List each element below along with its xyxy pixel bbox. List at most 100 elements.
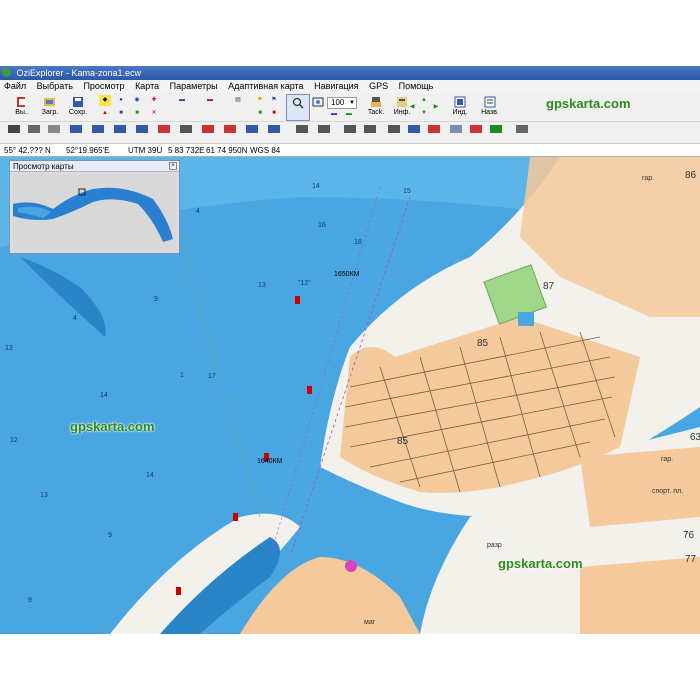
save-button-label: Сохр. xyxy=(68,109,88,116)
event-tool[interactable]: ✕ xyxy=(148,108,160,119)
name-icon xyxy=(484,96,496,108)
buoy-marker xyxy=(295,296,300,304)
map-feature-tool-7[interactable]: ■ xyxy=(268,108,280,119)
block-number: 85 xyxy=(477,338,489,349)
measure-tool[interactable] xyxy=(4,125,24,141)
anchor-tool[interactable] xyxy=(404,125,424,141)
map-overview-panel[interactable]: Просмотр карты × xyxy=(9,160,180,254)
status-northing: 61 74 950N xyxy=(206,146,248,155)
brand-watermark-right: gpskarta.com xyxy=(498,556,583,571)
menu-adaptive-map[interactable]: Адаптивная карта xyxy=(224,80,307,93)
status-longitude: 52°19.965'E xyxy=(66,146,110,155)
block-number: 76 xyxy=(683,530,695,541)
depth-label: 9 xyxy=(108,532,112,539)
gps-tool[interactable] xyxy=(486,125,506,141)
menu-parameters[interactable]: Параметры xyxy=(166,80,222,93)
pond xyxy=(518,312,534,326)
nav-tool-3[interactable] xyxy=(340,125,360,141)
grid-tool-2[interactable] xyxy=(220,125,240,141)
menu-help[interactable]: Помощь xyxy=(395,80,438,93)
track-edit-tool[interactable]: ■ xyxy=(131,108,143,119)
place-label: маг xyxy=(364,619,376,626)
app-icon xyxy=(2,68,11,77)
nav-tool-2[interactable] xyxy=(314,125,334,141)
exit-button[interactable]: Вы.. xyxy=(10,94,34,121)
zoom-out-button[interactable]: ▬ xyxy=(328,109,340,120)
map-feature-tool-2[interactable]: ▬ xyxy=(204,95,216,106)
layer-tool[interactable] xyxy=(176,125,196,141)
status-latitude: 55° 42.??? N xyxy=(4,146,51,155)
nav-tool-1[interactable] xyxy=(292,125,312,141)
index-icon xyxy=(454,96,466,108)
menu-navigation[interactable]: Навигация xyxy=(310,80,362,93)
main-toolbar: Вы.. Загр. Сохр. ◆ ● ◉ ▲ ■ ■ ✚ ✕ ▬ ▬ ▤ ⚑… xyxy=(0,93,700,122)
grid-tool-4[interactable] xyxy=(264,125,284,141)
grid-tool[interactable] xyxy=(198,125,218,141)
distance-tool[interactable] xyxy=(24,125,44,141)
menu-file[interactable]: Файл xyxy=(0,80,30,93)
zoom-preset-4[interactable] xyxy=(132,125,152,141)
pan-left-button[interactable]: ◀ xyxy=(406,102,418,113)
title-bar: OziExplorer - Kama-zona1.ecw xyxy=(0,66,700,80)
zoom-preset-5[interactable] xyxy=(154,125,174,141)
menu-gps[interactable]: GPS xyxy=(365,80,392,93)
pan-down-button[interactable]: ▼ xyxy=(418,108,430,119)
alarm-tool[interactable] xyxy=(424,125,444,141)
grid-tool-3[interactable] xyxy=(242,125,262,141)
depth-label: 13 xyxy=(5,345,13,352)
save-icon xyxy=(73,97,83,107)
status-datum: WGS 84 xyxy=(250,146,281,155)
exit-button-label: Вы.. xyxy=(15,109,29,116)
menu-select[interactable]: Выбрать xyxy=(33,80,77,93)
nav-tool-4[interactable] xyxy=(360,125,380,141)
buoy-marker-3 xyxy=(233,513,238,521)
depth-label: 13 xyxy=(258,282,266,289)
status-easting: 5 83 732E xyxy=(168,146,205,155)
line-tool[interactable] xyxy=(44,125,64,141)
window-title: OziExplorer - Kama-zona1.ecw xyxy=(16,68,142,78)
map-feature-tool-5[interactable]: ⚑ xyxy=(268,95,280,106)
bookmark-tool[interactable] xyxy=(512,125,532,141)
map-feature-tool-3[interactable]: ▤ xyxy=(232,95,244,106)
waypoint-tool[interactable]: ◆ xyxy=(99,95,111,106)
block-number: 85 xyxy=(397,436,409,447)
waypoint-edit-tool[interactable]: ▲ xyxy=(99,108,111,119)
index-button[interactable]: Инд. xyxy=(448,94,472,121)
zoom-preset-1[interactable] xyxy=(66,125,86,141)
zoom-in-button[interactable]: ▬ xyxy=(343,109,355,120)
zoom-preset-2[interactable] xyxy=(88,125,108,141)
map-feature-tool[interactable]: ▬ xyxy=(176,95,188,106)
zoom-window-icon xyxy=(312,97,324,107)
menu-map[interactable]: Карта xyxy=(131,80,163,93)
zoom-preset-3[interactable] xyxy=(110,125,130,141)
brand-watermark-left: gpskarta.com xyxy=(70,419,155,434)
load-map-icon xyxy=(44,98,55,106)
track-tool[interactable]: ◉ xyxy=(131,95,143,106)
menu-view[interactable]: Просмотр xyxy=(79,80,128,93)
pan-right-button[interactable]: ▶ xyxy=(430,102,442,113)
name-button[interactable]: Назв. xyxy=(478,94,502,121)
depth-label: 9 xyxy=(154,296,158,303)
load-map-button[interactable]: Загр. xyxy=(38,94,62,121)
route-edit-tool[interactable]: ■ xyxy=(115,108,127,119)
save-button[interactable]: Сохр. xyxy=(66,94,90,121)
chart-tool[interactable] xyxy=(446,125,466,141)
track-icon xyxy=(371,97,381,107)
map-feature-tool-4[interactable]: ⚑ xyxy=(254,95,266,106)
close-icon[interactable]: × xyxy=(169,162,177,170)
place-label: спорт. пл. xyxy=(652,488,683,495)
track-button[interactable]: Tack. xyxy=(364,94,388,121)
pan-up-button[interactable]: ▲ xyxy=(418,95,430,106)
marker-tool[interactable]: ✚ xyxy=(148,95,160,106)
nav-tool-5[interactable] xyxy=(384,125,404,141)
south-district xyxy=(580,447,700,527)
overview-map[interactable] xyxy=(13,174,176,252)
zoom-level-select[interactable]: 100 ▼ xyxy=(327,97,357,109)
depth-label: 9 xyxy=(28,597,32,604)
route-tool[interactable]: ● xyxy=(115,95,127,106)
depth-label: 14 xyxy=(100,392,108,399)
depth-label: 17 xyxy=(208,373,216,380)
depth-label: 16 xyxy=(318,222,326,229)
map-feature-tool-6[interactable]: ■ xyxy=(254,108,266,119)
profile-tool[interactable] xyxy=(466,125,486,141)
